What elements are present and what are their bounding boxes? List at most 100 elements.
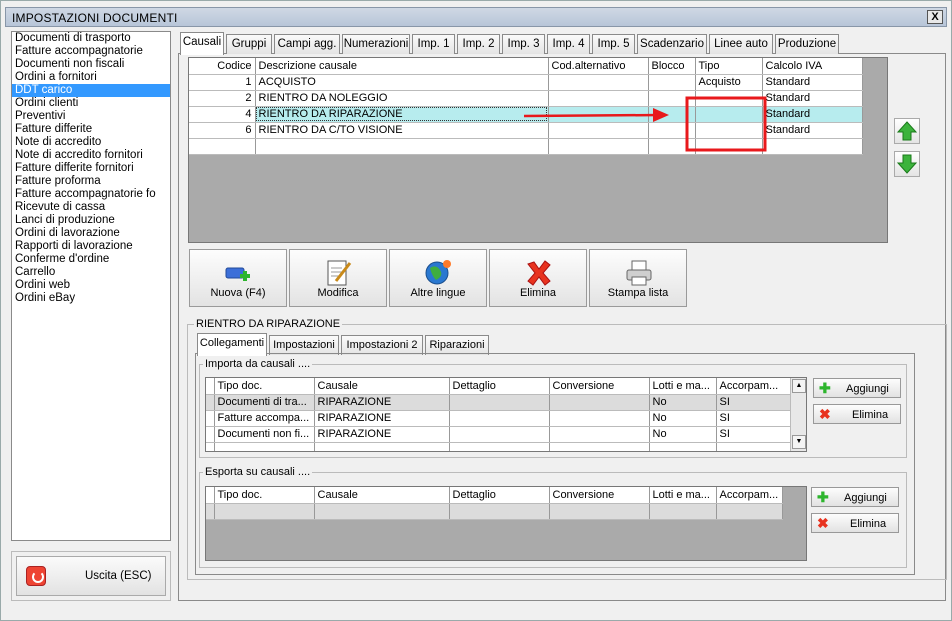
list-item[interactable]: Ordini eBay [12,292,170,305]
table-row[interactable]: Documenti non fi... RIPARAZIONE No SI [206,426,791,443]
list-item[interactable]: Fatture differite fornitori [12,162,170,175]
tab-numerazioni[interactable]: Numerazioni [342,34,410,54]
tab-impostazioni[interactable]: Impostazioni [269,335,339,355]
list-item[interactable]: Rapporti di lavorazione [12,240,170,253]
move-down-button[interactable] [894,151,920,177]
table-row[interactable]: 1 ACQUISTO Acquisto Standard [189,74,863,91]
cell-codice: 1 [189,74,256,91]
col-tipo-doc[interactable]: Tipo doc. [214,487,315,504]
export-add-button[interactable]: ✚ Aggiungi [811,487,899,507]
list-item[interactable]: Fatture accompagnatorie [12,45,170,58]
col-causale[interactable]: Causale [314,378,450,395]
edit-button[interactable]: Modifica [289,249,387,307]
tab-imp-4[interactable]: Imp. 4 [547,34,590,54]
scroll-down-icon[interactable]: ▼ [792,435,806,449]
cell-descrizione: ACQUISTO [255,74,549,91]
cell-dettaglio [449,394,550,411]
tab-riparazioni[interactable]: Riparazioni [425,335,489,355]
list-item[interactable]: Fatture accompagnatorie fo [12,188,170,201]
print-list-button[interactable]: Stampa lista [589,249,687,307]
cell-tipo-doc: Fatture accompa... [214,410,315,427]
cell-accorp: SI [716,394,791,411]
export-delete-button[interactable]: ✖ Elimina [811,513,899,533]
annotation-overlay [523,96,767,152]
tab-linee-auto[interactable]: Linee auto [709,34,773,54]
export-section-title: Esporta su causali .... [203,466,313,478]
scroll-up-icon[interactable]: ▲ [792,379,806,393]
import-delete-label: Elimina [852,409,889,421]
cell-codice: 4 [189,106,256,123]
col-accorpamento[interactable]: Accorpam... [716,487,783,504]
tab-imp-2[interactable]: Imp. 2 [457,34,500,54]
list-item-selected[interactable]: DDT carico [12,84,170,97]
import-add-button[interactable]: ✚ Aggiungi [813,378,901,398]
col-codice[interactable]: Codice [189,58,256,75]
list-item[interactable]: Conferme d'ordine [12,253,170,266]
cell-iva: Standard [762,74,863,91]
col-descrizione[interactable]: Descrizione causale [255,58,549,75]
tab-campi-agg[interactable]: Campi agg. [274,34,340,54]
col-causale[interactable]: Causale [314,487,450,504]
list-item[interactable]: Ricevute di cassa [12,201,170,214]
col-tipo-doc[interactable]: Tipo doc. [214,378,315,395]
list-item[interactable]: Ordini clienti [12,97,170,110]
list-item[interactable]: Fatture proforma [12,175,170,188]
document-type-list[interactable]: Documenti di trasporto Fatture accompagn… [11,31,171,541]
list-item[interactable]: Ordini a fornitori [12,71,170,84]
col-conversione[interactable]: Conversione [549,378,650,395]
tab-imp-5[interactable]: Imp. 5 [592,34,635,54]
col-lotti[interactable]: Lotti e ma... [649,378,717,395]
tab-collegamenti[interactable]: Collegamenti [197,333,267,356]
tab-gruppi[interactable]: Gruppi [226,34,272,54]
close-button[interactable]: X [927,10,943,24]
list-item[interactable]: Carrello [12,266,170,279]
list-item[interactable]: Ordini web [12,279,170,292]
list-item[interactable]: Ordini di lavorazione [12,227,170,240]
new-record-icon [225,267,250,281]
table-row-empty[interactable] [206,503,783,520]
col-cod-alternativo[interactable]: Cod.alternativo [548,58,649,75]
col-dettaglio[interactable]: Dettaglio [449,378,550,395]
list-item[interactable]: Note di accredito [12,136,170,149]
import-delete-button[interactable]: ✖ Elimina [813,404,901,424]
col-calcolo-iva[interactable]: Calcolo IVA [762,58,863,75]
table-row[interactable]: Documenti di tra... RIPARAZIONE No SI [206,394,791,411]
table-row-empty[interactable] [206,442,791,451]
import-section-title: Importa da causali .... [203,358,313,370]
col-accorpamento[interactable]: Accorpam... [716,378,791,395]
list-item[interactable]: Preventivi [12,110,170,123]
list-item[interactable]: Note di accredito fornitori [12,149,170,162]
tab-impostazioni-2[interactable]: Impostazioni 2 [341,335,423,355]
import-grid-scrollbar[interactable]: ▲ ▼ [790,378,806,451]
table-header: Tipo doc. Causale Dettaglio Conversione … [206,487,783,504]
import-grid[interactable]: Tipo doc. Causale Dettaglio Conversione … [205,377,807,452]
cell-iva: Standard [762,122,863,139]
col-lotti[interactable]: Lotti e ma... [649,487,717,504]
cell-iva: Standard [762,106,863,123]
export-grid[interactable]: Tipo doc. Causale Dettaglio Conversione … [205,486,807,561]
list-item[interactable]: Fatture differite [12,123,170,136]
cell-tipo: Acquisto [695,74,763,91]
move-up-button[interactable] [894,118,920,144]
exit-button[interactable]: Uscita (ESC) [16,556,166,596]
cell-causale: RIPARAZIONE [314,426,450,443]
cell-accorp: SI [716,410,791,427]
tab-imp-1[interactable]: Imp. 1 [412,34,455,54]
list-item[interactable]: Lanci di produzione [12,214,170,227]
col-tipo[interactable]: Tipo [695,58,763,75]
tab-scadenzario[interactable]: Scadenzario [637,34,707,54]
col-blocco[interactable]: Blocco [648,58,696,75]
list-item[interactable]: Documenti di trasporto [12,32,170,45]
col-conversione[interactable]: Conversione [549,487,650,504]
list-item[interactable]: Documenti non fiscali [12,58,170,71]
arrow-up-icon [896,121,918,141]
tab-imp-3[interactable]: Imp. 3 [502,34,545,54]
delete-button[interactable]: Elimina [489,249,587,307]
tab-produzione[interactable]: Produzione [775,34,839,54]
export-delete-label: Elimina [850,518,887,530]
tab-causali[interactable]: Causali [180,32,224,55]
new-button[interactable]: Nuova (F4) [189,249,287,307]
languages-button[interactable]: Altre lingue [389,249,487,307]
col-dettaglio[interactable]: Dettaglio [449,487,550,504]
table-row[interactable]: Fatture accompa... RIPARAZIONE No SI [206,410,791,427]
